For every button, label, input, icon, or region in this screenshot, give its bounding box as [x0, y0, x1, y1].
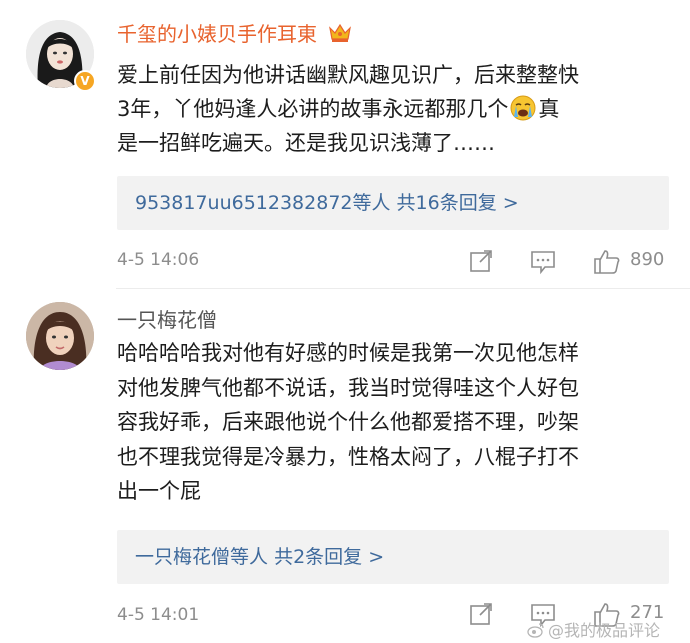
comment-line-text: 真 — [538, 97, 560, 121]
comment-line: 是一招鲜吃遍天。还是我见识浅薄了…… — [117, 131, 495, 155]
watermark: @我的极品评论 — [527, 617, 660, 641]
comment-line: 3年，丫他妈逢人必讲的故事永远都那几个 真 — [117, 92, 662, 126]
comment-line: 出一个屁 — [117, 479, 201, 503]
username[interactable]: 一只梅花僧 — [117, 304, 217, 333]
divider — [116, 288, 690, 289]
comment-line: 也不理我觉得是冷暴力，性格太闷了，八棍子打不 — [117, 444, 579, 469]
username[interactable]: 千玺的小婊贝手作耳東 — [117, 18, 353, 47]
comment-text: 哈哈哈哈我对他有好感的时候是我第一次见他怎样 对他发脾气他都不说话，我当时觉得哇… — [117, 336, 662, 509]
weibo-logo-icon — [527, 623, 544, 638]
crown-icon — [329, 23, 352, 42]
watermark-text: @我的极品评论 — [548, 621, 661, 640]
reply-users[interactable]: 一只梅花僧等人 — [135, 546, 268, 568]
comment-actions: 890 — [0, 246, 690, 276]
replies-summary[interactable]: 953817uu6512382872等人 共16条回复 > — [117, 176, 669, 230]
comment-item: 一只梅花僧 哈哈哈哈我对他有好感的时候是我第一次见他怎样 对他发脾气他都不说话，… — [0, 290, 690, 643]
comment-text: 爱上前任因为他讲话幽默风趣见识广，后来整整快 3年，丫他妈逢人必讲的故事永远都那… — [117, 58, 662, 160]
thumbs-up-icon[interactable] — [592, 246, 622, 276]
comment-line: 爱上前任因为他讲话幽默风趣见识广，后来整整快 — [117, 63, 579, 87]
replies-summary[interactable]: 一只梅花僧等人 共2条回复 > — [117, 530, 669, 584]
comment-line: 对他发脾气他都不说话，我当时觉得哇这个人好包 — [117, 375, 579, 400]
avatar-image — [26, 302, 94, 370]
share-icon[interactable] — [466, 246, 496, 276]
share-icon[interactable] — [466, 599, 496, 629]
reply-count-link[interactable]: 共16条回复 > — [397, 192, 519, 214]
comment-line: 哈哈哈哈我对他有好感的时候是我第一次见他怎样 — [117, 341, 579, 365]
crying-face-icon — [510, 95, 536, 121]
username-text[interactable]: 千玺的小婊贝手作耳東 — [117, 22, 317, 46]
comment-icon[interactable] — [528, 246, 558, 276]
reply-count-link[interactable]: 共2条回复 > — [274, 546, 384, 568]
verified-v-icon: V — [74, 70, 96, 92]
avatar[interactable] — [26, 302, 94, 370]
like-count: 890 — [630, 249, 665, 270]
reply-users[interactable]: 953817uu6512382872等人 — [135, 192, 391, 214]
comment-line-text: 3年，丫他妈逢人必讲的故事永远都那几个 — [117, 97, 509, 121]
comment-item: V 千玺的小婊贝手作耳東 爱上前任因为他讲话幽默风趣见识广，后来整整快 3年，丫… — [0, 0, 690, 288]
comment-line: 容我好乖，后来跟他说个什么他都爱搭不理，吵架 — [117, 410, 579, 434]
